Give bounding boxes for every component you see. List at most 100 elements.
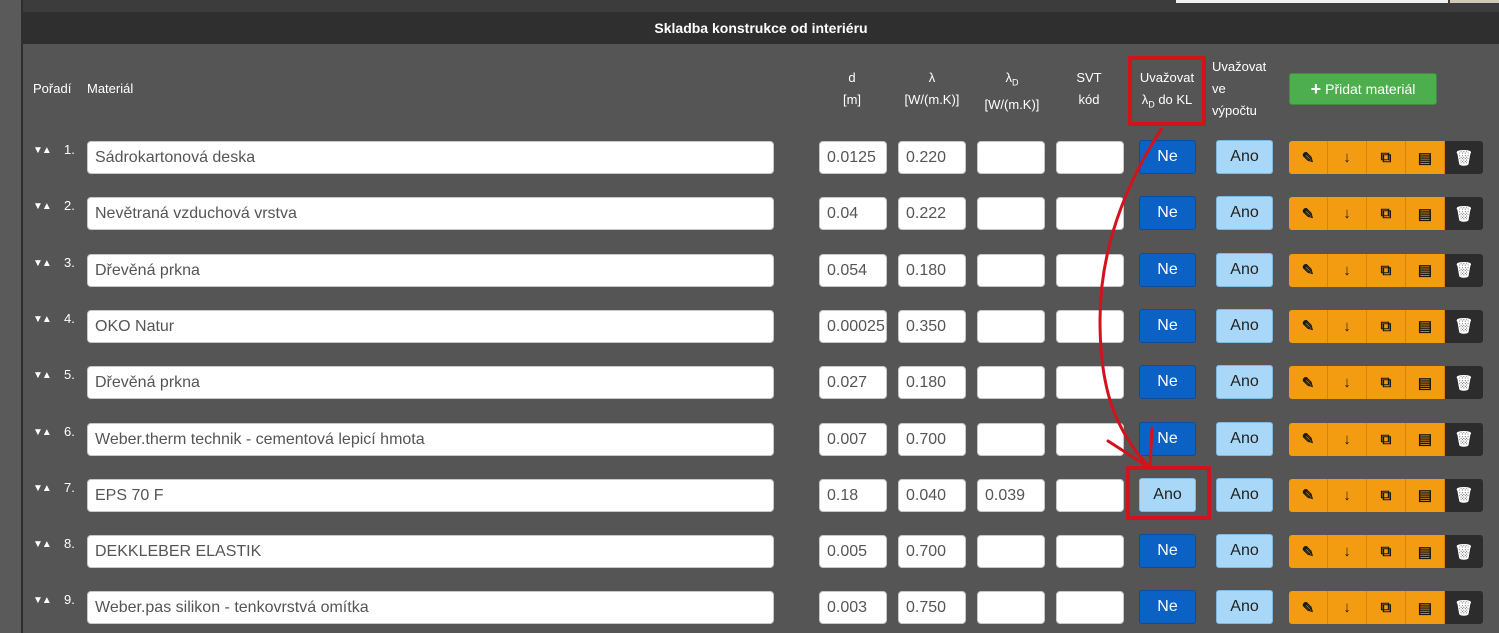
lambda-input[interactable]: 0.180 — [898, 253, 966, 287]
edit-button[interactable]: ✎ — [1289, 309, 1328, 343]
edit-button[interactable]: ✎ — [1289, 197, 1328, 231]
reorder-arrows-icon[interactable]: ▼▲ — [33, 258, 52, 269]
top-search-button[interactable] — [1450, 0, 1499, 3]
copy-button[interactable]: ⧉ — [1367, 253, 1406, 287]
svt-code-input[interactable] — [1056, 309, 1124, 343]
add-material-button[interactable]: + Přidat materiál — [1289, 73, 1437, 105]
table-button[interactable]: ▤ — [1406, 535, 1445, 569]
edit-button[interactable]: ✎ — [1289, 478, 1328, 512]
material-input[interactable]: Weber.therm technik - cementová lepicí h… — [87, 422, 774, 456]
lambda-input[interactable]: 0.750 — [898, 591, 966, 625]
reorder-arrows-icon[interactable]: ▼▲ — [33, 370, 52, 381]
svt-code-input[interactable] — [1056, 366, 1124, 400]
consider-in-calc-toggle[interactable]: Ano — [1216, 140, 1273, 174]
consider-in-calc-toggle[interactable]: Ano — [1216, 252, 1273, 287]
top-search-field[interactable] — [1176, 0, 1448, 3]
consider-lambda-d-toggle[interactable]: Ne — [1139, 590, 1196, 625]
lambda-d-input[interactable] — [977, 197, 1045, 231]
consider-in-calc-toggle[interactable]: Ano — [1216, 477, 1273, 512]
arrow-down-button[interactable]: ↓ — [1328, 366, 1367, 400]
arrow-down-button[interactable]: ↓ — [1328, 422, 1367, 456]
trash-button[interactable]: 🗑 — [1445, 197, 1483, 231]
edit-button[interactable]: ✎ — [1289, 591, 1328, 625]
svt-code-input[interactable] — [1056, 535, 1124, 569]
svt-code-input[interactable] — [1056, 591, 1124, 625]
copy-button[interactable]: ⧉ — [1367, 478, 1406, 512]
consider-in-calc-toggle[interactable]: Ano — [1216, 196, 1273, 231]
arrow-down-button[interactable]: ↓ — [1328, 535, 1367, 569]
consider-lambda-d-toggle[interactable]: Ne — [1139, 534, 1196, 569]
table-button[interactable]: ▤ — [1406, 309, 1445, 343]
copy-button[interactable]: ⧉ — [1367, 366, 1406, 400]
material-input[interactable]: Sádrokartonová deska — [87, 141, 774, 174]
lambda-input[interactable]: 0.180 — [898, 366, 966, 400]
edit-button[interactable]: ✎ — [1289, 535, 1328, 569]
svt-code-input[interactable] — [1056, 197, 1124, 231]
svt-code-input[interactable] — [1056, 422, 1124, 456]
table-button[interactable]: ▤ — [1406, 141, 1445, 174]
material-input[interactable]: DEKKLEBER ELASTIK — [87, 535, 774, 569]
trash-button[interactable]: 🗑 — [1445, 366, 1483, 400]
table-button[interactable]: ▤ — [1406, 253, 1445, 287]
table-button[interactable]: ▤ — [1406, 422, 1445, 456]
consider-lambda-d-toggle[interactable]: Ne — [1139, 252, 1196, 287]
consider-in-calc-toggle[interactable]: Ano — [1216, 365, 1273, 400]
svt-code-input[interactable] — [1056, 253, 1124, 287]
lambda-d-input[interactable]: 0.039 — [977, 478, 1045, 512]
thickness-input[interactable]: 0.027 — [819, 366, 887, 400]
consider-lambda-d-toggle[interactable]: Ne — [1139, 365, 1196, 400]
lambda-d-input[interactable] — [977, 309, 1045, 343]
svt-code-input[interactable] — [1056, 478, 1124, 512]
material-input[interactable]: Nevětraná vzduchová vrstva — [87, 197, 774, 231]
trash-button[interactable]: 🗑 — [1445, 478, 1483, 512]
reorder-arrows-icon[interactable]: ▼▲ — [33, 314, 52, 325]
reorder-arrows-icon[interactable]: ▼▲ — [33, 483, 52, 494]
arrow-down-button[interactable]: ↓ — [1328, 253, 1367, 287]
svt-code-input[interactable] — [1056, 141, 1124, 174]
copy-button[interactable]: ⧉ — [1367, 591, 1406, 625]
consider-in-calc-toggle[interactable]: Ano — [1216, 308, 1273, 343]
trash-button[interactable]: 🗑 — [1445, 141, 1483, 174]
material-input[interactable]: EPS 70 F — [87, 478, 774, 512]
reorder-arrows-icon[interactable]: ▼▲ — [33, 145, 52, 156]
thickness-input[interactable]: 0.003 — [819, 591, 887, 625]
lambda-input[interactable]: 0.222 — [898, 197, 966, 231]
thickness-input[interactable]: 0.00025 — [819, 309, 887, 343]
lambda-d-input[interactable] — [977, 535, 1045, 569]
reorder-arrows-icon[interactable]: ▼▲ — [33, 539, 52, 550]
lambda-d-input[interactable] — [977, 366, 1045, 400]
arrow-down-button[interactable]: ↓ — [1328, 591, 1367, 625]
thickness-input[interactable]: 0.0125 — [819, 141, 887, 174]
reorder-arrows-icon[interactable]: ▼▲ — [33, 595, 52, 606]
lambda-d-input[interactable] — [977, 141, 1045, 174]
reorder-arrows-icon[interactable]: ▼▲ — [33, 427, 52, 438]
lambda-input[interactable]: 0.700 — [898, 422, 966, 456]
lambda-d-input[interactable] — [977, 591, 1045, 625]
arrow-down-button[interactable]: ↓ — [1328, 309, 1367, 343]
copy-button[interactable]: ⧉ — [1367, 422, 1406, 456]
edit-button[interactable]: ✎ — [1289, 253, 1328, 287]
material-input[interactable]: Dřevěná prkna — [87, 253, 774, 287]
trash-button[interactable]: 🗑 — [1445, 309, 1483, 343]
thickness-input[interactable]: 0.007 — [819, 422, 887, 456]
arrow-down-button[interactable]: ↓ — [1328, 141, 1367, 174]
material-input[interactable]: OKO Natur — [87, 309, 774, 343]
material-input[interactable]: Weber.pas silikon - tenkovrstvá omítka — [87, 591, 774, 625]
table-button[interactable]: ▤ — [1406, 591, 1445, 625]
thickness-input[interactable]: 0.005 — [819, 535, 887, 569]
consider-lambda-d-toggle[interactable]: Ne — [1139, 308, 1196, 343]
trash-button[interactable]: 🗑 — [1445, 422, 1483, 456]
trash-button[interactable]: 🗑 — [1445, 253, 1483, 287]
copy-button[interactable]: ⧉ — [1367, 141, 1406, 174]
thickness-input[interactable]: 0.18 — [819, 478, 887, 512]
arrow-down-button[interactable]: ↓ — [1328, 197, 1367, 231]
edit-button[interactable]: ✎ — [1289, 422, 1328, 456]
lambda-input[interactable]: 0.700 — [898, 535, 966, 569]
edit-button[interactable]: ✎ — [1289, 141, 1328, 174]
consider-lambda-d-toggle[interactable]: Ne — [1139, 421, 1196, 456]
table-button[interactable]: ▤ — [1406, 197, 1445, 231]
lambda-d-input[interactable] — [977, 422, 1045, 456]
trash-button[interactable]: 🗑 — [1445, 535, 1483, 569]
reorder-arrows-icon[interactable]: ▼▲ — [33, 201, 52, 212]
consider-lambda-d-toggle[interactable]: Ne — [1139, 196, 1196, 231]
